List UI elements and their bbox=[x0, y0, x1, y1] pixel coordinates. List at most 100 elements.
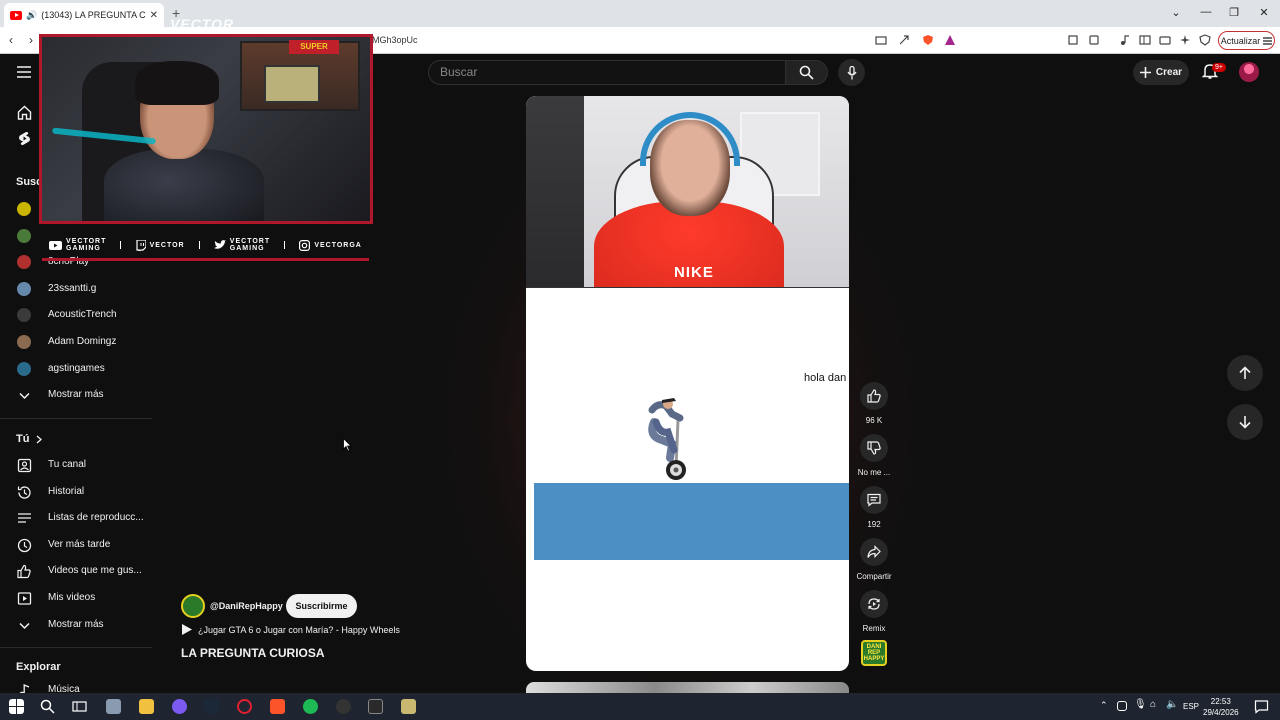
channel-avatar[interactable] bbox=[181, 594, 205, 618]
brave-shield-icon[interactable] bbox=[922, 34, 934, 46]
previous-short-button[interactable] bbox=[1227, 355, 1263, 391]
channel-avatar bbox=[17, 228, 31, 243]
steam-icon[interactable] bbox=[204, 699, 219, 714]
update-button[interactable]: Actualizar bbox=[1218, 31, 1275, 50]
search-button[interactable] bbox=[786, 60, 828, 85]
short-video-player[interactable]: NIKE hola dan bbox=[526, 96, 849, 671]
social-label: GAMING bbox=[66, 245, 101, 252]
sidebar-item-watch-later[interactable]: Ver más tarde bbox=[0, 532, 152, 558]
discord-icon[interactable] bbox=[172, 699, 187, 714]
share-page-icon[interactable] bbox=[898, 34, 910, 46]
media-icon[interactable] bbox=[1119, 34, 1131, 46]
sidebar-item-history[interactable]: Historial bbox=[0, 479, 152, 505]
sidebar-item-label: Historial bbox=[48, 485, 85, 497]
search-icon bbox=[799, 65, 814, 80]
game-app-icon[interactable] bbox=[401, 699, 416, 714]
file-explorer-icon[interactable] bbox=[139, 699, 154, 714]
show-more-you[interactable]: Mostrar más bbox=[0, 612, 152, 638]
playlist-link[interactable]: ¿Jugar GTA 6 o Jugar con María? - Happy … bbox=[182, 624, 400, 635]
brave-browser-icon[interactable] bbox=[270, 699, 285, 714]
back-button[interactable]: ‹ bbox=[9, 33, 13, 47]
tray-app-icon[interactable] bbox=[1117, 701, 1127, 711]
app-icon-explorer-window[interactable] bbox=[106, 699, 121, 714]
remix-icon bbox=[868, 598, 880, 610]
microphone-tray-icon[interactable]: 🎙 bbox=[1134, 699, 1147, 710]
sidebar-subscription-item[interactable]: agstingames bbox=[0, 356, 152, 382]
next-short-button[interactable] bbox=[1227, 404, 1263, 440]
leo-ai-icon[interactable] bbox=[1179, 34, 1191, 46]
tab-close-icon[interactable]: ✕ bbox=[150, 10, 158, 21]
maximize-button[interactable]: ❐ bbox=[1224, 6, 1244, 19]
sidebar-subscription-item[interactable]: 23ssantti.g bbox=[0, 276, 152, 302]
task-view-icon[interactable] bbox=[72, 699, 87, 714]
comments-button[interactable] bbox=[860, 486, 888, 514]
clock-date: 29/4/2026 bbox=[1203, 708, 1239, 717]
volume-icon[interactable]: 🔈 bbox=[1166, 699, 1178, 710]
language-indicator[interactable]: ESP bbox=[1183, 702, 1199, 711]
account-avatar[interactable] bbox=[1239, 62, 1259, 82]
show-more-subscriptions[interactable]: Mostrar más bbox=[0, 382, 152, 408]
update-button-label: Actualizar bbox=[1220, 35, 1261, 46]
reading-list-icon[interactable] bbox=[1088, 34, 1100, 46]
forward-button[interactable]: › bbox=[29, 33, 33, 47]
social-label: VECTOR bbox=[149, 241, 185, 249]
social-label: VECTORT bbox=[229, 238, 271, 245]
voice-search-button[interactable] bbox=[838, 59, 865, 86]
extensions-icon[interactable] bbox=[1067, 34, 1079, 46]
system-clock[interactable]: 22:53 29/4/2026 bbox=[1203, 696, 1239, 718]
close-window-button[interactable]: ✕ bbox=[1254, 6, 1274, 19]
twitch-icon bbox=[135, 239, 146, 251]
next-short-preview[interactable] bbox=[526, 682, 849, 693]
sidebar-subscription-item[interactable]: AcousticTrench bbox=[0, 302, 152, 328]
vpn-icon[interactable] bbox=[1199, 34, 1211, 46]
sidebar-item-label: 23ssantti.g bbox=[48, 282, 97, 294]
tray-chevron-icon[interactable]: ⌃ bbox=[1100, 700, 1108, 711]
home-icon[interactable] bbox=[17, 105, 32, 120]
spotify-icon[interactable] bbox=[303, 699, 318, 714]
url-field[interactable]: MGh3opUc bbox=[372, 35, 418, 45]
epic-games-icon[interactable] bbox=[368, 699, 383, 714]
sidebar-item-label: Adam Domingz bbox=[48, 336, 117, 347]
you-section-header[interactable]: Tú bbox=[0, 426, 152, 452]
streamer-body bbox=[104, 149, 264, 221]
browser-tab[interactable]: 🔊 (13043) LA PREGUNTA CURIC ✕ bbox=[4, 3, 164, 27]
tab-search-button[interactable]: ⌄ bbox=[1166, 6, 1186, 19]
subscribe-button[interactable]: Suscribirme bbox=[286, 594, 357, 618]
sidebar-item-liked[interactable]: Videos que me gus... bbox=[0, 558, 152, 584]
create-button[interactable]: Crear bbox=[1133, 60, 1189, 85]
streamer-webcam-overlay: SUPER bbox=[39, 34, 373, 224]
channel-thumbnail[interactable]: DANI REP HAPPY bbox=[861, 640, 887, 666]
guide-menu-icon[interactable] bbox=[17, 66, 31, 78]
dislike-button[interactable] bbox=[860, 434, 888, 462]
comment-icon bbox=[867, 493, 881, 507]
remix-button[interactable] bbox=[860, 590, 888, 618]
brave-rewards-icon[interactable] bbox=[944, 34, 956, 46]
search-icon[interactable] bbox=[40, 699, 55, 714]
sidebar-subscription-item[interactable]: Adam Domingz bbox=[0, 329, 152, 355]
sidebar-toggle-icon[interactable] bbox=[1139, 34, 1151, 46]
sidebar-item-playlists[interactable]: Listas de reproducc... bbox=[0, 505, 152, 531]
separator bbox=[284, 241, 286, 249]
streamer-hair bbox=[135, 61, 219, 105]
segway-rider-character bbox=[648, 398, 686, 480]
opera-gx-icon[interactable] bbox=[237, 699, 252, 714]
minimize-button[interactable]: — bbox=[1196, 6, 1216, 18]
search-input[interactable]: Buscar bbox=[428, 60, 786, 85]
game-ground-block bbox=[534, 483, 849, 560]
show-more-label: Mostrar más bbox=[48, 619, 104, 630]
obs-icon[interactable] bbox=[336, 699, 351, 714]
shorts-icon[interactable] bbox=[17, 131, 32, 146]
share-button[interactable] bbox=[860, 538, 888, 566]
notification-center-icon[interactable] bbox=[1254, 699, 1269, 714]
separator bbox=[198, 241, 200, 249]
sidebar-item-my-videos[interactable]: Mis videos bbox=[0, 585, 152, 611]
windows-start-icon[interactable] bbox=[9, 699, 24, 714]
channel-handle[interactable]: @DaniRepHappy bbox=[210, 601, 283, 611]
like-button[interactable] bbox=[860, 382, 888, 410]
remix-label: Remix bbox=[862, 624, 886, 633]
network-icon[interactable]: ⌂ bbox=[1150, 699, 1156, 710]
youtube-icon bbox=[49, 240, 63, 250]
sidebar-item-channel[interactable]: Tu canal bbox=[0, 452, 152, 478]
wallet-icon[interactable] bbox=[1159, 34, 1171, 46]
cast-icon[interactable] bbox=[875, 34, 887, 46]
